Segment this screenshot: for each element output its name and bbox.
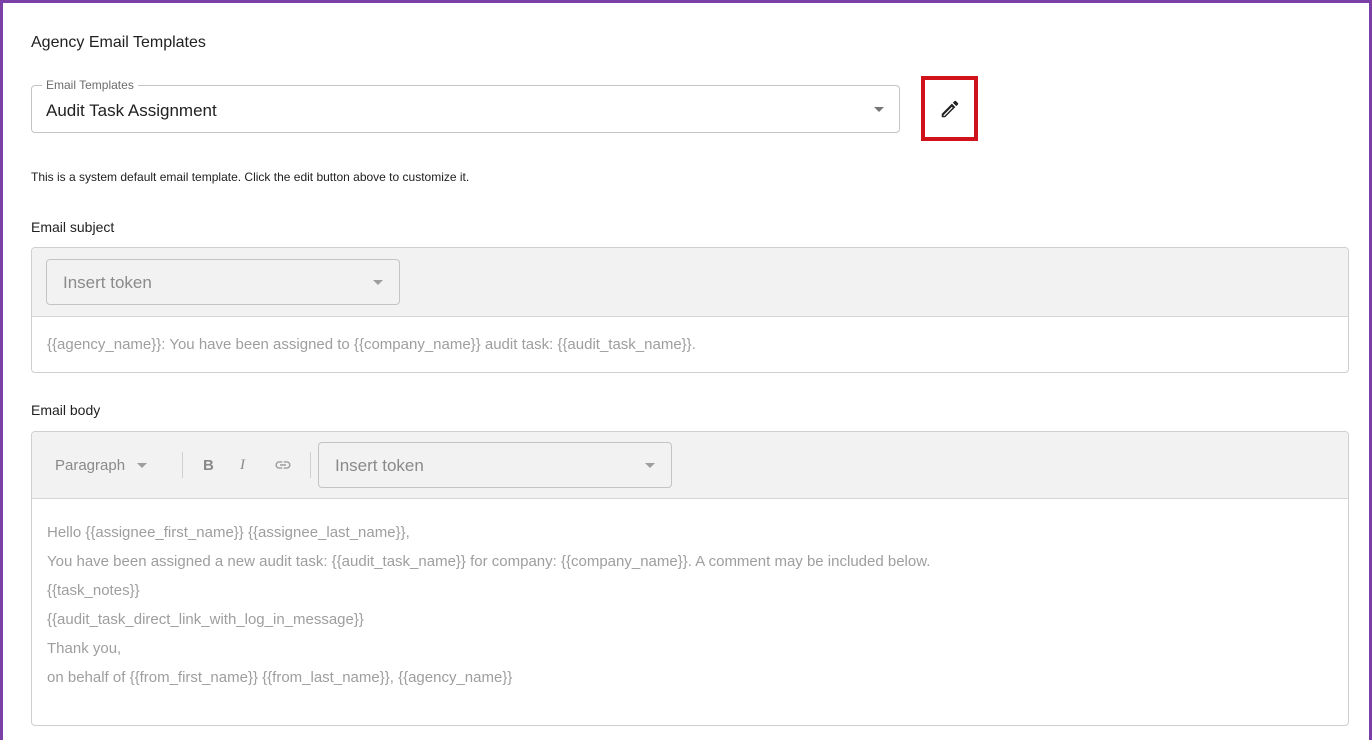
body-line: Hello {{assignee_first_name}} {{assignee… bbox=[47, 524, 410, 541]
page-title: Agency Email Templates bbox=[31, 34, 206, 51]
email-body-label: Email body bbox=[31, 402, 101, 418]
block-format-label: Paragraph bbox=[55, 456, 126, 474]
body-insert-token-placeholder: Insert token bbox=[335, 456, 424, 475]
email-body-toolbar: Paragraph B I Insert token bbox=[32, 432, 1348, 499]
bold-icon: B bbox=[203, 456, 214, 474]
toolbar-divider bbox=[182, 452, 183, 478]
email-subject-text[interactable]: {{agency_name}}: You have been assigned … bbox=[47, 336, 696, 353]
email-subject-label: Email subject bbox=[31, 219, 115, 235]
body-line: on behalf of {{from_first_name}} {{from_… bbox=[47, 669, 513, 686]
subject-insert-token-placeholder: Insert token bbox=[63, 273, 152, 292]
page-frame: Agency Email Templates Email Templates A… bbox=[0, 0, 1372, 740]
subject-insert-token-select[interactable]: Insert token bbox=[46, 259, 400, 305]
toolbar-divider bbox=[310, 452, 311, 478]
body-line: {{task_notes}} bbox=[47, 582, 140, 599]
body-line: {{audit_task_direct_link_with_log_in_mes… bbox=[47, 611, 364, 628]
body-line: Thank you, bbox=[47, 640, 122, 657]
link-icon bbox=[275, 461, 291, 469]
body-insert-token-select[interactable]: Insert token bbox=[318, 442, 672, 488]
email-template-select-legend: Email Templates bbox=[42, 78, 138, 92]
link-button[interactable] bbox=[274, 432, 292, 498]
block-format-dropdown[interactable]: Paragraph bbox=[55, 432, 148, 498]
body-line: You have been assigned a new audit task:… bbox=[47, 553, 931, 570]
italic-button[interactable]: I bbox=[240, 432, 245, 498]
email-body-editor: Paragraph B I Insert token Hello {{assig… bbox=[31, 431, 1349, 726]
email-template-select-value: Audit Task Assignment bbox=[46, 101, 217, 120]
email-body-content[interactable]: Hello {{assignee_first_name}} {{assignee… bbox=[47, 518, 930, 692]
email-subject-editor: Insert token {{agency_name}}: You have b… bbox=[31, 247, 1349, 373]
system-default-info-text: This is a system default email template.… bbox=[31, 170, 470, 184]
edit-template-button[interactable] bbox=[921, 76, 978, 141]
chevron-down-icon bbox=[373, 280, 383, 285]
chevron-down-icon bbox=[137, 462, 148, 468]
chevron-down-icon bbox=[645, 463, 655, 468]
email-template-select[interactable]: Email Templates Audit Task Assignment bbox=[31, 78, 900, 133]
italic-icon: I bbox=[240, 456, 245, 473]
chevron-down-icon bbox=[874, 107, 884, 112]
email-subject-toolbar: Insert token bbox=[32, 248, 1348, 317]
pencil-icon bbox=[941, 100, 958, 117]
bold-button[interactable]: B bbox=[203, 432, 214, 498]
